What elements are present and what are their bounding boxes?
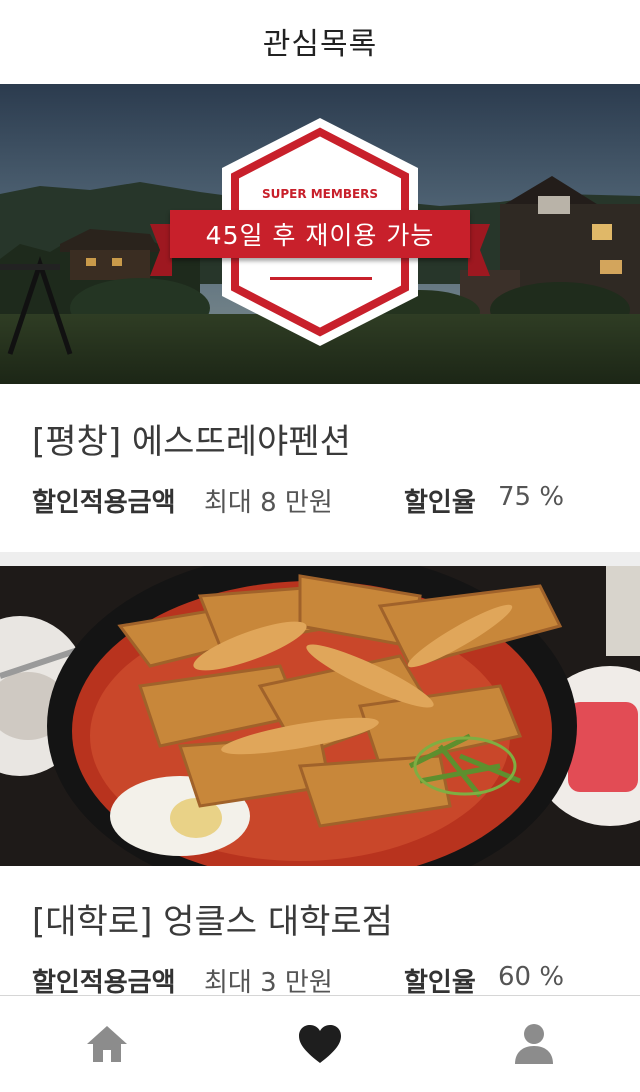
discount-amount-label: 할인적용금액	[32, 488, 176, 518]
list-item[interactable]: [대학로] 엉클스 대학로점 할인적용금액 최대 3 만원 할인율 60 %	[0, 566, 640, 995]
card-title[interactable]: [평창] 에스뜨레야펜션	[32, 414, 351, 463]
discount-amount-value: 최대 8 만원	[204, 488, 333, 518]
discount-amount-label: 할인적용금액	[32, 968, 176, 995]
card-info: 할인적용금액 최대 8 만원 할인율 75 %	[32, 482, 622, 522]
list-item[interactable]: SUPER MEMBERS 45일 후 재이용 가능 [평창] 에스뜨레야펜션 …	[0, 84, 640, 552]
discount-rate-label: 할인율	[404, 968, 476, 995]
home-icon	[87, 1026, 127, 1062]
reuse-badge: 45일 후 재이용 가능	[170, 210, 470, 258]
nav-favorites-button[interactable]	[296, 1020, 344, 1068]
card-divider	[0, 552, 640, 566]
badge-underline	[270, 277, 372, 280]
reuse-badge-text: 45일 후 재이용 가능	[205, 221, 435, 250]
nav-home-button[interactable]	[83, 1020, 131, 1068]
discount-rate-value: 60 %	[498, 962, 565, 992]
app-header: 관심목록	[0, 0, 640, 84]
super-members-label: SUPER MEMBERS	[261, 187, 379, 201]
pension-photo[interactable]: SUPER MEMBERS 45일 후 재이용 가능	[0, 84, 640, 384]
favorites-list[interactable]: SUPER MEMBERS 45일 후 재이용 가능 [평창] 에스뜨레야펜션 …	[0, 84, 640, 995]
page-title: 관심목록	[262, 27, 378, 62]
nav-profile-button[interactable]	[510, 1020, 558, 1068]
card-title[interactable]: [대학로] 엉클스 대학로점	[32, 894, 393, 943]
discount-rate-value: 75 %	[498, 482, 565, 512]
food-photo[interactable]	[0, 566, 640, 866]
bottom-nav	[0, 995, 640, 1092]
card-info: 할인적용금액 최대 3 만원 할인율 60 %	[32, 962, 622, 995]
heart-icon	[299, 1025, 341, 1063]
discount-rate-label: 할인율	[404, 488, 476, 518]
discount-amount-value: 최대 3 만원	[204, 968, 333, 995]
user-icon	[515, 1024, 553, 1064]
